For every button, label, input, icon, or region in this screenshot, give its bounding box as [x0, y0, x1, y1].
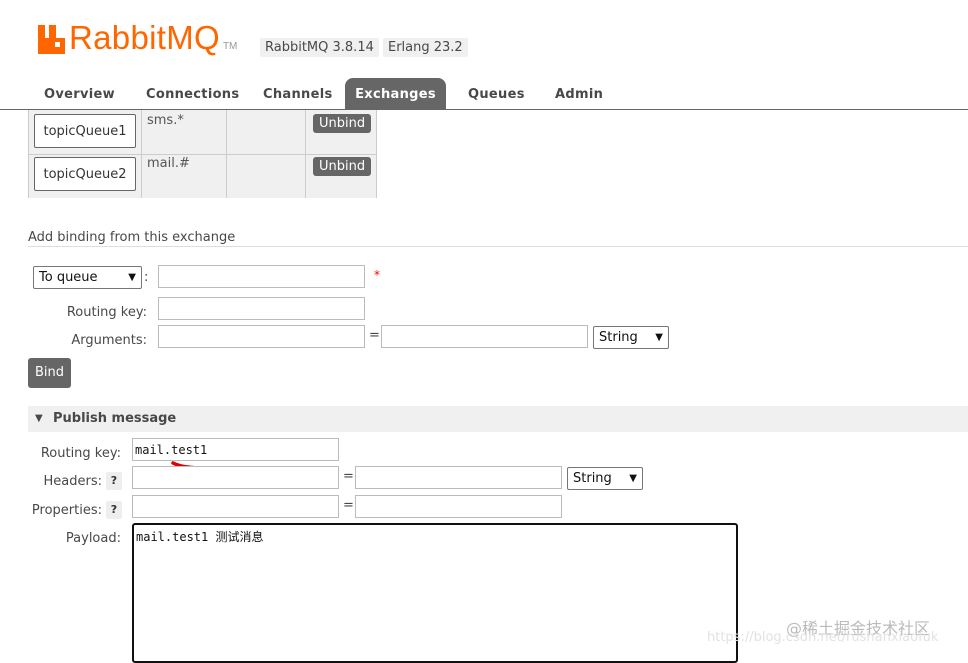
header-key-input[interactable] [132, 466, 339, 489]
publish-message-section-header[interactable]: ▼ Publish message [28, 406, 968, 432]
main-nav-tabs: Overview Connections Channels Exchanges … [0, 78, 968, 110]
rabbitmq-logo-icon [38, 25, 65, 54]
tab-overview[interactable]: Overview [30, 78, 129, 109]
argument-value-input[interactable] [381, 325, 588, 348]
equals-sign: = [343, 469, 354, 484]
watermark-url: https://blog.csdn.net/rushanxiaofuk [707, 630, 939, 645]
queue-link-topicqueue1[interactable]: topicQueue1 [34, 114, 136, 148]
table-row: topicQueue1 sms.* Unbind [29, 110, 376, 154]
tab-channels[interactable]: Channels [249, 78, 347, 109]
payload-textarea[interactable]: mail.test1 测试消息 [132, 523, 738, 663]
chevron-down-icon: ▼ [629, 473, 637, 484]
property-value-input[interactable] [355, 495, 562, 518]
properties-label: Properties: [31, 503, 102, 518]
queue-link-topicqueue2[interactable]: topicQueue2 [34, 157, 136, 191]
unbind-button[interactable]: Unbind [313, 114, 372, 133]
rabbitmq-version-badge: RabbitMQ 3.8.14 [260, 38, 379, 57]
header-value-input[interactable] [355, 466, 562, 489]
section-divider [28, 246, 968, 247]
arguments-label: Arguments: [71, 333, 147, 348]
header-type-select[interactable]: String ▼ [567, 467, 643, 490]
binding-routing-key-label: Routing key: [66, 305, 147, 320]
headers-label: Headers: [43, 474, 103, 489]
colon: : [144, 270, 149, 285]
collapse-triangle-icon: ▼ [35, 413, 43, 424]
argument-key-input[interactable] [158, 325, 365, 348]
argument-type-select[interactable]: String ▼ [593, 326, 669, 349]
trademark: TM [222, 41, 238, 52]
tab-connections[interactable]: Connections [132, 78, 253, 109]
tab-admin[interactable]: Admin [541, 78, 617, 109]
tab-queues[interactable]: Queues [454, 78, 539, 109]
publish-message-title: Publish message [53, 411, 177, 426]
destination-type-select[interactable]: To queue ▼ [33, 266, 142, 289]
equals-sign: = [369, 328, 380, 343]
required-marker: * [374, 268, 380, 282]
headers-help-icon[interactable]: ? [106, 472, 122, 490]
chevron-down-icon: ▼ [655, 332, 663, 343]
add-binding-title: Add binding from this exchange [28, 230, 236, 245]
table-row: topicQueue2 mail.# Unbind [29, 154, 376, 198]
destination-input[interactable] [158, 265, 365, 288]
publish-routing-key-label: Routing key: [40, 446, 121, 461]
brand-name: RabbitMQ [69, 19, 220, 56]
binding-routing-key-input[interactable] [158, 297, 365, 320]
erlang-version-badge: Erlang 23.2 [383, 38, 468, 57]
bindings-table: topicQueue1 sms.* Unbind topicQueue2 mai… [28, 110, 377, 198]
binding-routing-key: sms.* [147, 113, 184, 128]
binding-routing-key: mail.# [147, 156, 190, 171]
equals-sign: = [343, 498, 354, 513]
property-key-input[interactable] [132, 495, 339, 518]
bind-button[interactable]: Bind [28, 358, 71, 388]
properties-help-icon[interactable]: ? [106, 501, 122, 519]
payload-label: Payload: [65, 531, 121, 546]
chevron-down-icon: ▼ [128, 272, 136, 283]
rabbitmq-logo[interactable]: RabbitMQ TM [38, 19, 238, 56]
tab-exchanges[interactable]: Exchanges [345, 78, 446, 109]
unbind-button[interactable]: Unbind [313, 157, 372, 176]
